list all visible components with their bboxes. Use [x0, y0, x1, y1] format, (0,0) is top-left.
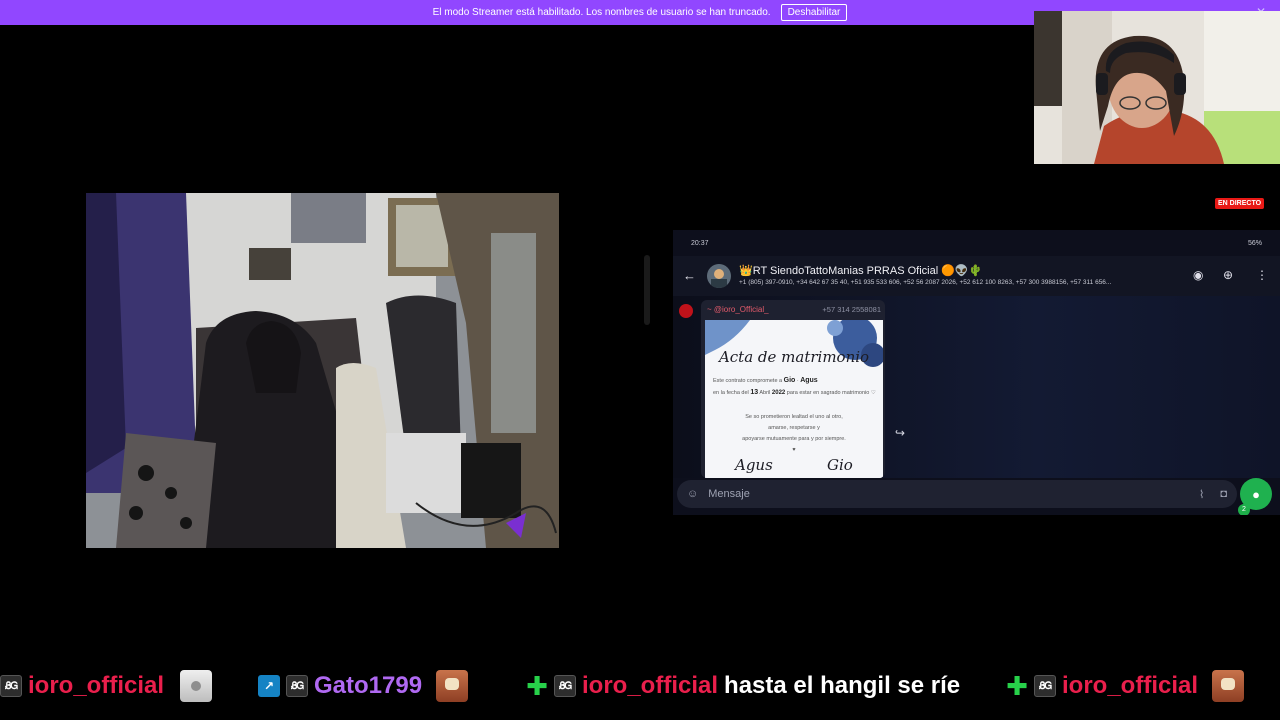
plus-badge-icon: ✚ [526, 671, 548, 701]
microphone-icon: ● [1252, 486, 1260, 502]
ticker-username: ioro_official [28, 672, 165, 699]
disable-streamer-mode-button[interactable]: Deshabilitar [780, 4, 848, 21]
sender-avatar[interactable] [679, 304, 693, 318]
ticker-text: hasta el hangil se ríe [724, 672, 961, 699]
certificate-image[interactable]: Acta de matrimonio Este contrato comprom… [705, 320, 883, 478]
ticker-username: ioro_official [1062, 672, 1199, 699]
ticker-message: ↗ ᏰᏀ Gato1799 [258, 670, 469, 702]
chat-header: ← 👑RT SiendoTattoManias PRRAS Oficial 🟠👽… [673, 256, 1280, 296]
facecam-video [1034, 11, 1280, 164]
message-input-bar: ☺ ⌇ ◘ [677, 480, 1237, 508]
certificate-day: 13 [750, 389, 759, 396]
subscriber-badge: ᏰᏀ [286, 675, 308, 697]
live-badge: EN DIRECTO [1215, 198, 1265, 209]
sender-name[interactable]: ~ @ioro_Official_ [707, 305, 769, 314]
emote-icon [1212, 670, 1245, 702]
chat-area: ~ @ioro_Official_ +57 314 2558081 Acta d… [673, 296, 1280, 515]
subscriber-badge: ᏰᏀ [0, 675, 22, 697]
certificate-title: Acta de matrimonio [718, 348, 870, 366]
signature-1: Agus [735, 456, 773, 474]
subscriber-badge: ᏰᏀ [554, 675, 576, 697]
room-camera-video [86, 193, 559, 548]
microphone-button[interactable]: ● [1240, 478, 1272, 510]
certificate-name-1: Gio [783, 377, 796, 384]
message-input[interactable] [698, 488, 1199, 500]
message-bubble[interactable]: ~ @ioro_Official_ +57 314 2558081 Acta d… [701, 300, 885, 478]
chevron-down-icon[interactable]: ⌄ [1254, 514, 1262, 515]
chat-ticker: ᏰᏀ ioro_official ↗ ᏰᏀ Gato1799 ✚ ᏰᏀ ioro… [0, 664, 1280, 708]
ticker-username: ioro_official [582, 672, 719, 699]
status-time: 20:37 [691, 239, 709, 247]
subscriber-badge: ᏰᏀ [1034, 675, 1056, 697]
signature-2: Gio [827, 456, 853, 474]
ticker-message: ᏰᏀ ioro_official [0, 670, 213, 702]
certificate-body: Este contrato compromete a Gio · Agus en… [713, 377, 876, 396]
ticker-username: Gato1799 [314, 672, 423, 699]
plus-badge-icon: ✚ [1006, 671, 1028, 701]
camera-icon[interactable]: ◘ [1220, 488, 1227, 500]
streamer-mode-message: El modo Streamer está habilitado. Los no… [432, 7, 771, 18]
status-battery: 56% [1247, 239, 1262, 247]
forward-icon[interactable]: ↪ [895, 426, 905, 440]
phone-status-bar: 20:37 56% [673, 230, 1280, 256]
facecam-image [1034, 11, 1280, 164]
community-icon[interactable]: ◉ [1193, 268, 1203, 282]
more-icon[interactable]: ⋮ [1256, 268, 1268, 282]
group-avatar[interactable] [707, 264, 731, 288]
scrollbar[interactable] [644, 255, 650, 325]
ticker-message: ✚ ᏰᏀ ioro_official hasta el hangil se rí… [526, 670, 960, 702]
sticker-icon[interactable]: ☺ [687, 488, 698, 500]
certificate-name-2: Agus [800, 377, 818, 384]
ticker-message: ✚ ᏰᏀ ioro_official [1006, 670, 1245, 702]
back-arrow-icon[interactable]: ← [683, 268, 696, 283]
chat-icon[interactable]: ⊕ [1223, 268, 1233, 282]
stream-frame: El modo Streamer está habilitado. Los no… [0, 0, 1280, 720]
arrow-badge-icon: ↗ [258, 675, 280, 697]
certificate-vows: Se so prometieron lealtad el uno al otro… [742, 414, 846, 453]
emote-icon [180, 670, 213, 702]
certificate-year: 2022 [771, 390, 786, 396]
group-title[interactable]: 👑RT SiendoTattoManias PRRAS Oficial 🟠👽🌵 [739, 264, 982, 277]
emote-icon [436, 670, 469, 702]
sender-phone: +57 314 2558081 [822, 304, 881, 314]
room-camera-image [86, 193, 559, 548]
group-members: +1 (805) 397-0910, +34 642 67 35 40, +51… [739, 279, 1112, 286]
phone-screen-capture: 20:37 56% ← 👑RT SiendoTattoManias PRRAS … [673, 230, 1280, 515]
attach-icon[interactable]: ⌇ [1199, 488, 1204, 501]
